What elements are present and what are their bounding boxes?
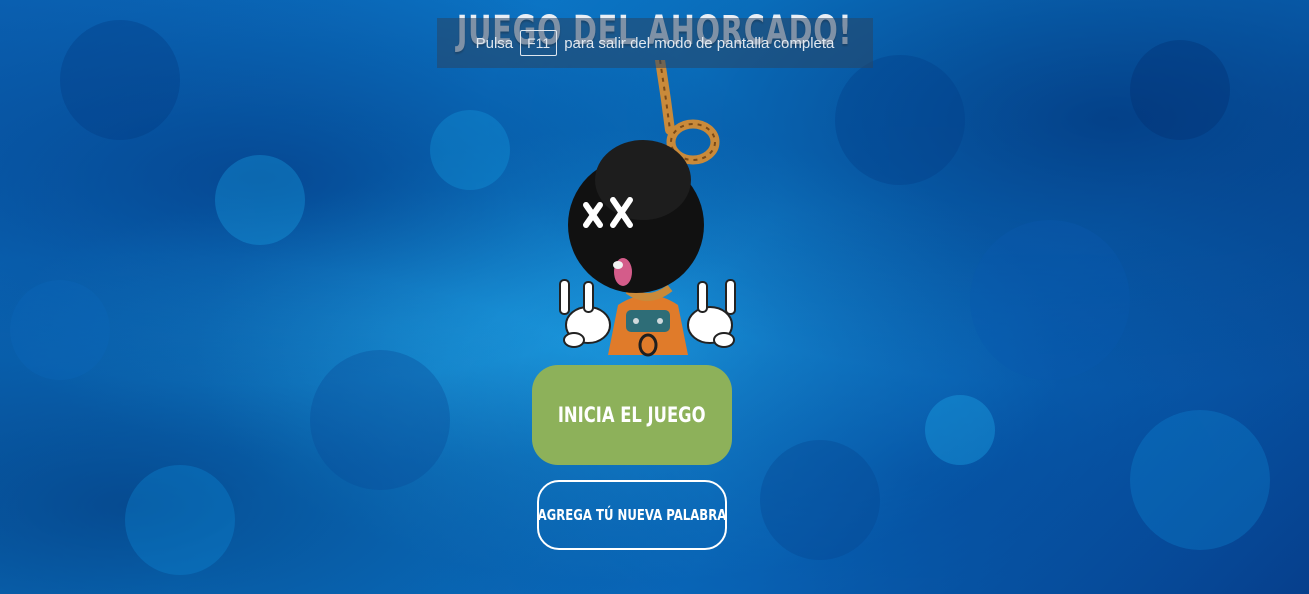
start-game-button[interactable]: INICIA EL JUEGO <box>532 365 732 465</box>
fullscreen-exit-notice: Pulsa F11 para salir del modo de pantall… <box>437 18 873 68</box>
fullscreen-notice-prefix: Pulsa <box>475 34 514 52</box>
hanged-man-illustration <box>559 60 736 357</box>
fullscreen-notice-suffix: para salir del modo de pantalla completa <box>564 34 835 52</box>
add-new-word-button[interactable]: AGREGA TÚ NUEVA PALABRA <box>537 480 727 550</box>
f11-key-hint: F11 <box>520 30 558 56</box>
add-new-word-label: AGREGA TÚ NUEVA PALABRA <box>537 506 727 524</box>
start-game-label: INICIA EL JUEGO <box>558 403 706 427</box>
